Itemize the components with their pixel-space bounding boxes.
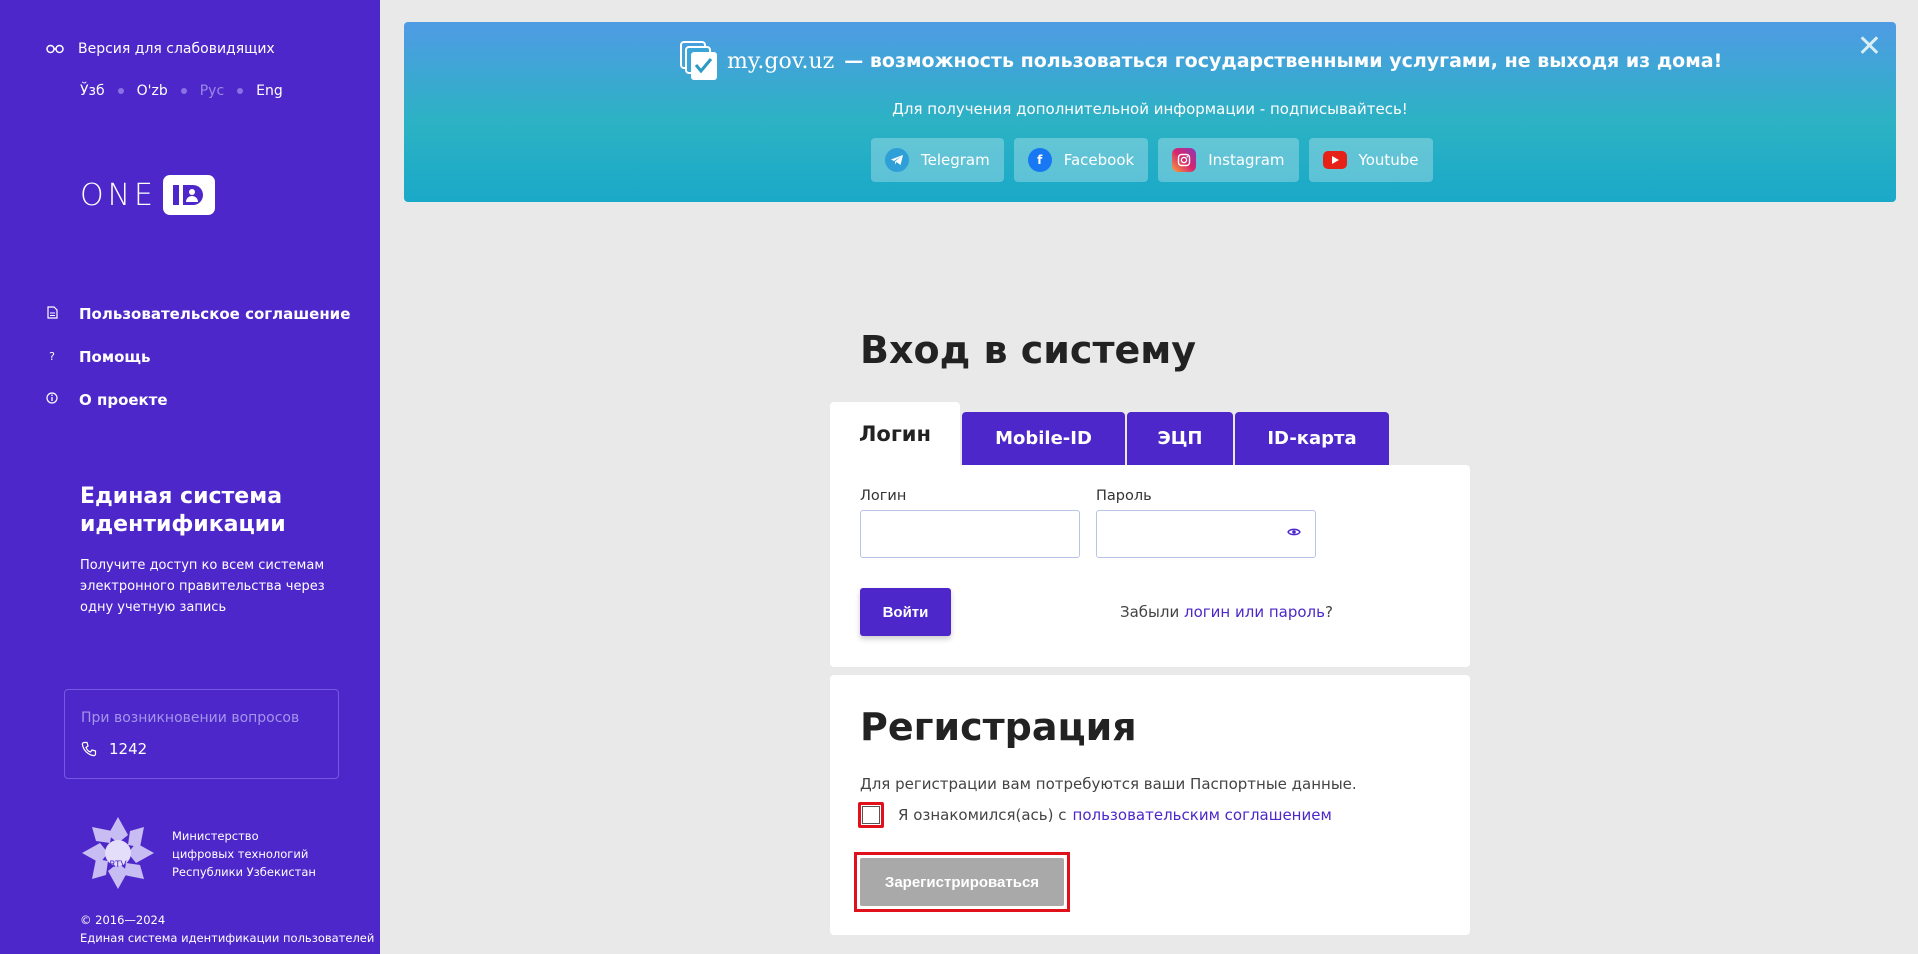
sidebar: Версия для слабовидящих Ўзб O'zb Рус Eng… — [0, 0, 380, 954]
social-links: Telegram f Facebook Instagram Youtube — [871, 138, 1443, 182]
login-form: Логин Пароль Войти Забыли логин или паро… — [830, 465, 1470, 667]
nav-user-agreement[interactable]: Пользовательское соглашение — [46, 292, 350, 335]
telegram-button[interactable]: Telegram — [871, 138, 1004, 182]
social-label: Facebook — [1063, 151, 1135, 169]
nav-label: Пользовательское соглашение — [79, 304, 351, 323]
tab-id-card[interactable]: ID-карта — [1235, 412, 1389, 465]
telegram-icon — [885, 148, 909, 172]
support-box: При возникновении вопросов 1242 — [64, 689, 339, 779]
registration-text: Для регистрации вам потребуются ваши Пас… — [860, 775, 1357, 793]
forgot-suffix: ? — [1324, 603, 1333, 621]
registration-title: Регистрация — [860, 705, 1137, 749]
banner-heading: my.gov.uz — возможность пользоваться гос… — [679, 40, 1722, 82]
document-icon — [46, 305, 58, 322]
login-button[interactable]: Войти — [860, 588, 951, 636]
oneid-logo[interactable]: ONE — [80, 175, 216, 215]
support-title: При возникновении вопросов — [81, 710, 300, 726]
login-label: Логин — [860, 488, 907, 504]
ministry-block: RTV Министерство цифровых технологий Рес… — [80, 815, 322, 891]
copyright: © 2016—2024 Единая система идентификации… — [80, 911, 380, 947]
agreement-row: Я ознакомился(ась) с пользовательским со… — [858, 802, 1332, 828]
instagram-icon — [1172, 148, 1197, 172]
page-title: Вход в систему — [860, 328, 1197, 372]
lang-uz-latin[interactable]: O'zb — [137, 83, 168, 99]
lang-en[interactable]: Eng — [256, 83, 283, 99]
low-vision-version-link[interactable]: Версия для слабовидящих — [46, 41, 275, 57]
info-icon — [46, 392, 58, 407]
facebook-icon: f — [1027, 148, 1052, 172]
show-password-eye-icon[interactable] — [1287, 527, 1301, 537]
nav-about[interactable]: О проекте — [46, 378, 350, 421]
low-vision-label: Версия для слабовидящих — [78, 41, 275, 57]
password-input[interactable] — [1096, 510, 1316, 558]
support-phone: 1242 — [109, 740, 148, 758]
login-input[interactable] — [860, 510, 1080, 558]
id-logo-icon — [163, 175, 216, 215]
about-text: Получите доступ ко всем системам электро… — [80, 558, 325, 615]
register-button-highlight: Зарегистрироваться — [854, 852, 1070, 912]
about-title: Единая система идентификации — [80, 484, 286, 537]
language-switcher: Ўзб O'zb Рус Eng — [80, 83, 283, 99]
ministry-logo: RTV — [82, 817, 154, 889]
mygov-logo-icon — [680, 41, 717, 80]
separator-dot — [180, 88, 187, 94]
tab-eds[interactable]: ЭЦП — [1127, 412, 1233, 465]
tab-mobile-id[interactable]: Mobile-ID — [962, 412, 1125, 465]
tab-login[interactable]: Логин — [830, 402, 960, 465]
forgot-link[interactable]: логин или пароль — [1184, 603, 1325, 621]
banner-subtitle: Для получения дополнительной информации … — [892, 100, 1408, 118]
svg-text:RTV: RTV — [109, 860, 127, 870]
sidebar-nav: Пользовательское соглашение ? Помощь О п… — [46, 292, 350, 421]
phone-icon — [81, 741, 97, 757]
social-label: Youtube — [1358, 151, 1419, 169]
nav-label: О проекте — [79, 390, 168, 409]
social-label: Instagram — [1208, 151, 1285, 169]
register-button[interactable]: Зарегистрироваться — [860, 858, 1064, 906]
user-agreement-link[interactable]: пользовательским соглашением — [1073, 806, 1332, 824]
ministry-name: Министерство цифровых технологий Республ… — [172, 829, 316, 879]
copyright-text: Единая система идентификации пользовател… — [80, 931, 375, 945]
question-icon: ? — [49, 350, 55, 363]
copyright-years: © 2016—2024 — [80, 913, 166, 927]
separator-dot — [237, 88, 244, 94]
logo-text: ONE — [80, 177, 158, 213]
banner-brand[interactable]: my.gov.uz — [727, 49, 834, 74]
lang-ru[interactable]: Рус — [200, 83, 224, 99]
lang-uz-cyrillic[interactable]: Ўзб — [80, 83, 105, 99]
support-phone-link[interactable]: 1242 — [81, 740, 322, 758]
agreement-prefix: Я ознакомился(ась) с — [898, 806, 1067, 824]
forgot-credentials: Забыли логин или пароль? — [1120, 603, 1333, 621]
close-icon[interactable]: ✕ — [1857, 32, 1882, 62]
agreement-checkbox[interactable] — [858, 802, 884, 828]
registration-card: Регистрация Для регистрации вам потребую… — [830, 675, 1470, 935]
separator-dot — [117, 88, 124, 94]
social-label: Telegram — [921, 151, 990, 169]
glasses-icon — [46, 44, 64, 54]
banner-slogan: — возможность пользоваться государственн… — [844, 50, 1723, 72]
password-label: Пароль — [1096, 488, 1152, 504]
login-tabs: Логин Mobile-ID ЭЦП ID-карта — [830, 402, 1391, 465]
promo-banner: my.gov.uz — возможность пользоваться гос… — [404, 22, 1896, 202]
nav-help[interactable]: ? Помощь — [46, 335, 350, 378]
facebook-button[interactable]: f Facebook — [1013, 138, 1149, 182]
nav-label: Помощь — [79, 347, 151, 366]
about-block: Единая система идентификации Получите до… — [80, 483, 360, 618]
youtube-button[interactable]: Youtube — [1308, 138, 1433, 182]
instagram-button[interactable]: Instagram — [1158, 138, 1299, 182]
youtube-icon — [1322, 151, 1347, 169]
forgot-prefix: Забыли — [1120, 603, 1180, 621]
